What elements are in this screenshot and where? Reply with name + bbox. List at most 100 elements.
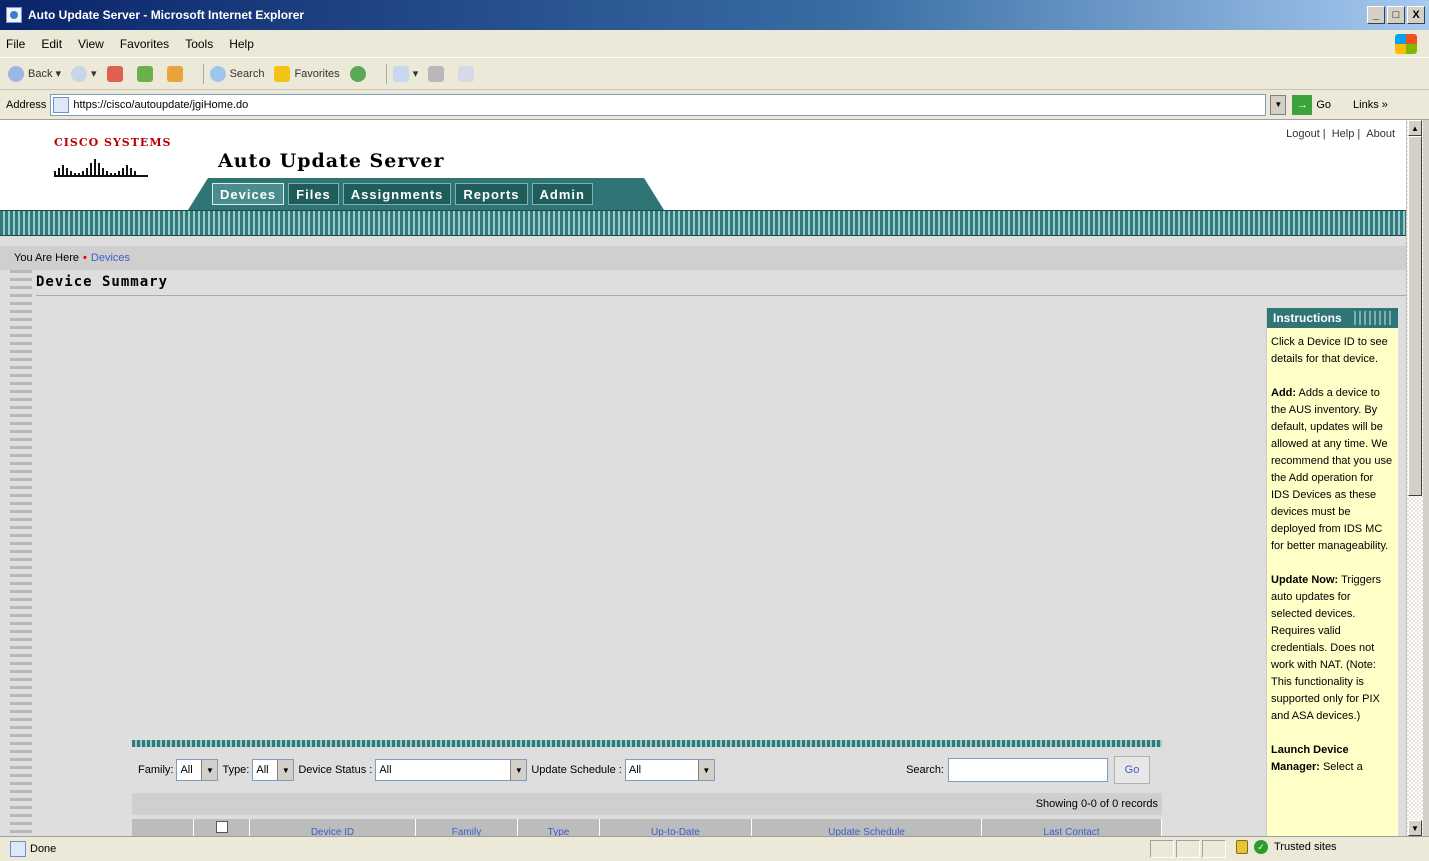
address-label: Address bbox=[6, 98, 47, 111]
cisco-logo: CISCO SYSTEMS bbox=[54, 136, 171, 177]
stop-icon bbox=[106, 65, 123, 82]
back-button[interactable]: Back ▾ bbox=[8, 65, 61, 82]
logo-baseline bbox=[54, 175, 148, 177]
col-device-id[interactable]: Device ID bbox=[250, 819, 416, 836]
menu-tools[interactable]: Tools bbox=[185, 37, 213, 51]
col-last-contact[interactable]: Last Contact bbox=[982, 819, 1162, 836]
device-table-area: Family: All ▼ Type: All ▼ Device Status : … bbox=[132, 740, 1162, 836]
links-button[interactable]: Links » bbox=[1353, 99, 1388, 111]
instructions-intro: Click a Device ID to see details for tha… bbox=[1271, 336, 1388, 365]
edit-button[interactable] bbox=[458, 65, 478, 82]
instructions-title: Instructions bbox=[1267, 308, 1398, 328]
filter-bar: Family: All ▼ Type: All ▼ Device Status : … bbox=[132, 747, 1162, 793]
media-button[interactable] bbox=[349, 65, 370, 82]
tab-reports[interactable]: Reports bbox=[455, 183, 528, 205]
breadcrumb-prefix: You Are Here bbox=[14, 252, 80, 264]
type-select[interactable]: All ▼ bbox=[252, 759, 295, 781]
menu-edit[interactable]: Edit bbox=[41, 37, 62, 51]
page-done-icon bbox=[10, 841, 26, 857]
search-button[interactable]: Search bbox=[209, 65, 265, 82]
home-button[interactable] bbox=[166, 65, 187, 82]
go-arrow-icon: → bbox=[1292, 94, 1313, 115]
header-band bbox=[0, 210, 1406, 236]
brand-name: CISCO SYSTEMS bbox=[54, 136, 172, 149]
about-link[interactable]: About bbox=[1366, 128, 1395, 140]
app-header: CISCO SYSTEMS Auto Update Server Logout |… bbox=[0, 120, 1406, 210]
tab-assignments[interactable]: Assignments bbox=[342, 183, 452, 205]
forward-arrow-icon bbox=[71, 65, 88, 82]
search-icon bbox=[209, 65, 226, 82]
search-input[interactable] bbox=[948, 758, 1108, 782]
go-nav-label: Go bbox=[1316, 98, 1332, 111]
logout-link[interactable]: Logout bbox=[1286, 128, 1320, 140]
go-nav-button[interactable]: → Go bbox=[1292, 94, 1332, 115]
status-bar: Done ✓ Trusted sites bbox=[0, 836, 1429, 861]
menu-bar: File Edit View Favorites Tools Help bbox=[0, 30, 1429, 58]
toolbar-separator bbox=[385, 63, 387, 84]
stop-button[interactable] bbox=[106, 65, 127, 82]
col-type[interactable]: Type bbox=[518, 819, 600, 836]
back-arrow-icon bbox=[8, 65, 24, 82]
search-label: Search bbox=[229, 67, 265, 80]
schedule-select[interactable]: All ▼ bbox=[624, 759, 715, 781]
status-select[interactable]: All ▼ bbox=[375, 759, 528, 781]
col-update-schedule[interactable]: Update Schedule bbox=[752, 819, 982, 836]
address-input[interactable]: https://cisco/autoupdate/jgiHome.do bbox=[50, 93, 1267, 116]
maximize-button[interactable]: □ bbox=[1387, 6, 1405, 24]
tab-devices[interactable]: Devices bbox=[212, 183, 285, 205]
breadcrumb-devices-link[interactable]: Devices bbox=[91, 252, 130, 264]
breadcrumb: You Are Here • Devices bbox=[0, 246, 1406, 270]
favorites-button[interactable]: Favorites bbox=[274, 65, 340, 82]
scroll-up-button[interactable]: ▲ bbox=[1408, 120, 1422, 136]
home-icon bbox=[166, 65, 183, 82]
instructions-add: Add: Adds a device to the AUS inventory.… bbox=[1271, 387, 1393, 552]
heading-divider bbox=[36, 295, 1406, 296]
go-button[interactable]: Go bbox=[1114, 756, 1150, 784]
main-tabs: Devices Files Assignments Reports Admin bbox=[212, 183, 593, 205]
window-border bbox=[1423, 120, 1429, 836]
close-button[interactable]: X bbox=[1407, 6, 1425, 24]
status-label: Device Status : bbox=[298, 764, 373, 776]
cisco-bars-icon bbox=[54, 157, 171, 175]
instructions-panel: Instructions Click a Device ID to see de… bbox=[1266, 308, 1398, 836]
mail-icon bbox=[392, 65, 409, 82]
col-family[interactable]: Family bbox=[416, 819, 518, 836]
forward-button[interactable]: ▾ bbox=[71, 65, 97, 82]
page-title: Device Summary bbox=[36, 274, 169, 290]
tab-admin[interactable]: Admin bbox=[531, 183, 593, 205]
breadcrumb-separator: • bbox=[83, 252, 87, 264]
zone-text: Trusted sites bbox=[1274, 841, 1337, 853]
help-link[interactable]: Help bbox=[1332, 128, 1355, 140]
family-label: Family: bbox=[138, 764, 174, 776]
menu-help[interactable]: Help bbox=[229, 37, 254, 51]
address-dropdown-button[interactable]: ▼ bbox=[1270, 94, 1287, 115]
scroll-thumb[interactable] bbox=[1408, 136, 1422, 496]
print-button[interactable] bbox=[428, 65, 448, 82]
col-up-to-date[interactable]: Up-to-Date bbox=[600, 819, 752, 836]
menu-file[interactable]: File bbox=[6, 37, 25, 51]
menu-favorites[interactable]: Favorites bbox=[120, 37, 169, 51]
select-all-checkbox[interactable] bbox=[215, 821, 228, 833]
menu-view[interactable]: View bbox=[78, 37, 104, 51]
address-bar: Address https://cisco/autoupdate/jgiHome… bbox=[0, 90, 1429, 120]
refresh-icon bbox=[136, 65, 153, 82]
records-text: Showing 0-0 of 0 records bbox=[1035, 798, 1158, 810]
browser-toolbar: Back ▾ ▾ Search Favorites ▾ bbox=[0, 58, 1429, 90]
refresh-button[interactable] bbox=[136, 65, 157, 82]
chevron-down-icon: ▼ bbox=[510, 760, 527, 780]
instructions-body: Click a Device ID to see details for tha… bbox=[1267, 328, 1398, 799]
star-icon bbox=[274, 65, 291, 82]
status-cell bbox=[1202, 840, 1226, 858]
mail-button[interactable]: ▾ bbox=[392, 65, 418, 82]
table-band bbox=[132, 740, 1162, 747]
chevron-down-icon: ▼ bbox=[201, 760, 218, 780]
schedule-label: Update Schedule : bbox=[531, 764, 622, 776]
scroll-down-button[interactable]: ▼ bbox=[1408, 820, 1422, 836]
favorites-label: Favorites bbox=[294, 67, 340, 80]
tab-files[interactable]: Files bbox=[288, 183, 339, 205]
windows-logo-icon bbox=[1395, 34, 1417, 54]
vertical-scrollbar[interactable]: ▲ ▼ bbox=[1406, 120, 1423, 836]
family-select[interactable]: All ▼ bbox=[176, 759, 219, 781]
chevron-down-icon: ▼ bbox=[697, 760, 714, 780]
minimize-button[interactable]: _ bbox=[1367, 6, 1385, 24]
